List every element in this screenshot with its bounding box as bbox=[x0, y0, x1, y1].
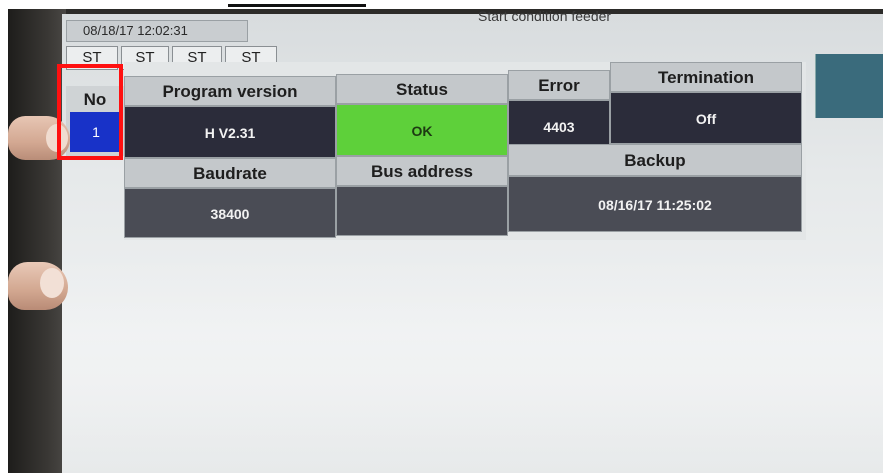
top-edge-line bbox=[228, 4, 366, 7]
header-termination: Termination bbox=[610, 62, 802, 92]
header-bus-address: Bus address bbox=[336, 156, 508, 186]
datetime-display: 08/18/17 12:02:31 bbox=[66, 20, 248, 42]
header-status: Status bbox=[336, 74, 508, 104]
header-program-version: Program version bbox=[124, 76, 336, 106]
value-bus-address bbox=[336, 186, 508, 236]
header-error: Error bbox=[508, 70, 610, 100]
thumbnail bbox=[40, 268, 64, 298]
value-baudrate: 38400 bbox=[124, 188, 336, 238]
highlight-box bbox=[57, 64, 123, 160]
header-baudrate: Baudrate bbox=[124, 158, 336, 188]
value-status: OK bbox=[336, 104, 508, 156]
window-title: Start condition feeder bbox=[478, 8, 612, 24]
screen-glare bbox=[62, 250, 883, 473]
header-backup: Backup bbox=[508, 144, 802, 176]
value-program-version: H V2.31 bbox=[124, 106, 336, 158]
side-panel-button[interactable] bbox=[815, 54, 883, 118]
value-termination: Off bbox=[610, 92, 802, 144]
value-backup: 08/16/17 11:25:02 bbox=[508, 176, 802, 232]
